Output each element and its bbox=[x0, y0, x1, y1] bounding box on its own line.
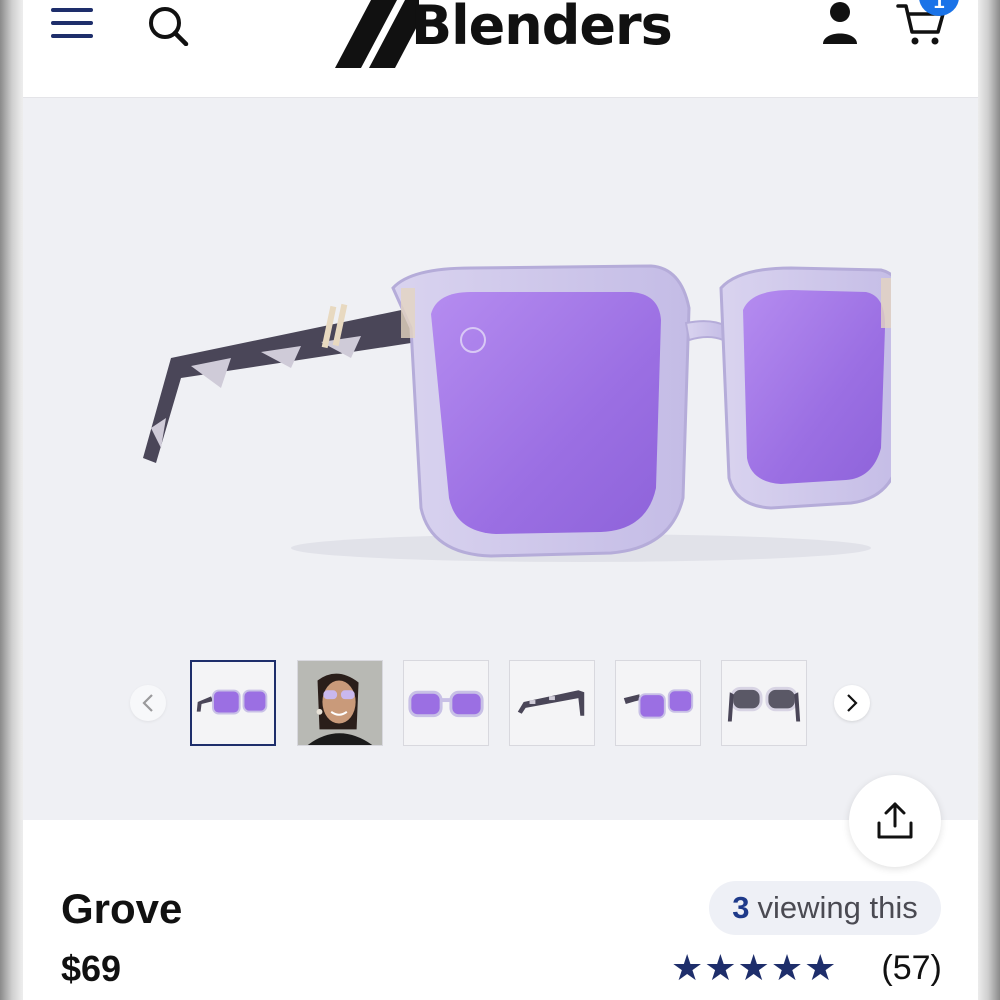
viewing-text: viewing this bbox=[757, 890, 918, 925]
search-icon[interactable] bbox=[146, 2, 190, 46]
product-price: $69 bbox=[61, 948, 122, 989]
product-title: Grove bbox=[61, 885, 183, 932]
sunglasses-angle-image bbox=[623, 689, 694, 719]
product-gallery bbox=[23, 98, 978, 867]
sunglasses-back-image bbox=[727, 686, 801, 722]
site-header: Blenders 1 bbox=[23, 0, 978, 98]
sunglasses-front-image bbox=[408, 690, 484, 718]
product-page: Blenders 1 Grove $69 3 viewing this ★★★★… bbox=[23, 0, 978, 1000]
thumbnail-prev-button[interactable] bbox=[130, 685, 166, 721]
review-count[interactable]: (57) bbox=[881, 949, 941, 988]
sunglasses-side-image bbox=[196, 689, 268, 715]
thumbnail-strip bbox=[23, 658, 978, 748]
rating-stars-icon: ★★★★★ bbox=[671, 948, 838, 989]
thumbnail-next-button[interactable] bbox=[834, 685, 870, 721]
thumb-model-photo[interactable] bbox=[297, 660, 383, 746]
hamburger-menu-icon[interactable] bbox=[49, 4, 95, 42]
sunglasses-profile-image bbox=[517, 690, 585, 716]
thumb-side-view[interactable] bbox=[190, 660, 276, 746]
product-rating[interactable]: ★★★★★ (57) bbox=[671, 948, 942, 989]
account-icon[interactable] bbox=[820, 0, 860, 46]
product-main-image[interactable] bbox=[111, 248, 891, 588]
model-photo-image bbox=[298, 661, 382, 745]
chevron-left-icon bbox=[142, 694, 153, 712]
chevron-right-icon bbox=[847, 694, 858, 712]
thumb-profile-view[interactable] bbox=[509, 660, 595, 746]
thumb-front-view[interactable] bbox=[403, 660, 489, 746]
share-icon bbox=[877, 802, 913, 839]
viewing-count: 3 bbox=[732, 890, 750, 925]
brand-name: Blenders bbox=[411, 0, 673, 57]
logo-slashes-icon bbox=[335, 0, 419, 68]
share-button[interactable] bbox=[849, 775, 941, 867]
thumb-angle-view[interactable] bbox=[615, 660, 701, 746]
viewing-now-badge: 3 viewing this bbox=[709, 881, 941, 935]
brand-logo[interactable]: Blenders bbox=[333, 0, 673, 70]
thumb-back-view[interactable] bbox=[721, 660, 807, 746]
